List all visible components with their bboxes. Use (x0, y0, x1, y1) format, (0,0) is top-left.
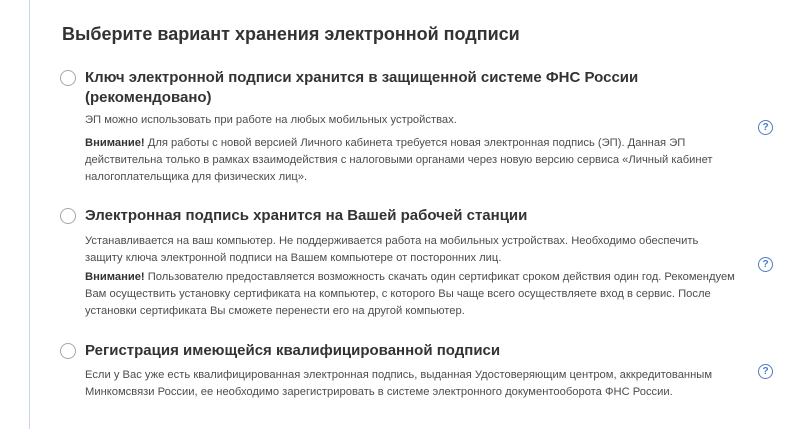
option-title: Ключ электронной подписи хранится в защи… (85, 69, 639, 106)
option-description: Устанавливается на ваш компьютер. Не под… (85, 235, 699, 264)
option-title: Регистрация имеющейся квалифицированной … (85, 342, 501, 359)
help-icon[interactable]: ? (758, 257, 773, 272)
radio-register-qualified[interactable] (60, 343, 76, 359)
option-warning: Внимание! Пользователю предоставляется в… (85, 269, 735, 320)
help-icon[interactable]: ? (758, 120, 773, 135)
option-register-qualified[interactable]: Регистрация имеющейся квалифицированной … (60, 342, 760, 403)
option-description: ЭП можно использовать при работе на любы… (85, 114, 457, 126)
help-icon[interactable]: ? (758, 364, 773, 379)
radio-workstation-storage[interactable] (60, 208, 76, 224)
warning-text: Для работы с новой версией Личного кабин… (85, 137, 713, 183)
page-title: Выберите вариант хранения электронной по… (62, 24, 520, 44)
warning-text: Пользователю предоставляется возможность… (85, 271, 735, 317)
option-title: Электронная подпись хранится на Вашей ра… (85, 207, 528, 224)
signature-storage-page: Выберите вариант хранения электронной по… (0, 0, 800, 429)
option-warning: Внимание! Для работы с новой версией Лич… (85, 135, 735, 186)
left-divider (29, 0, 30, 429)
warning-label: Внимание! (85, 271, 145, 283)
radio-fns-storage[interactable] (60, 70, 76, 86)
option-description: Если у Вас уже есть квалифицированная эл… (85, 369, 713, 398)
warning-label: Внимание! (85, 137, 145, 149)
option-workstation-storage[interactable]: Электронная подпись хранится на Вашей ра… (60, 207, 760, 323)
option-fns-storage[interactable]: Ключ электронной подписи хранится в защи… (60, 69, 760, 186)
